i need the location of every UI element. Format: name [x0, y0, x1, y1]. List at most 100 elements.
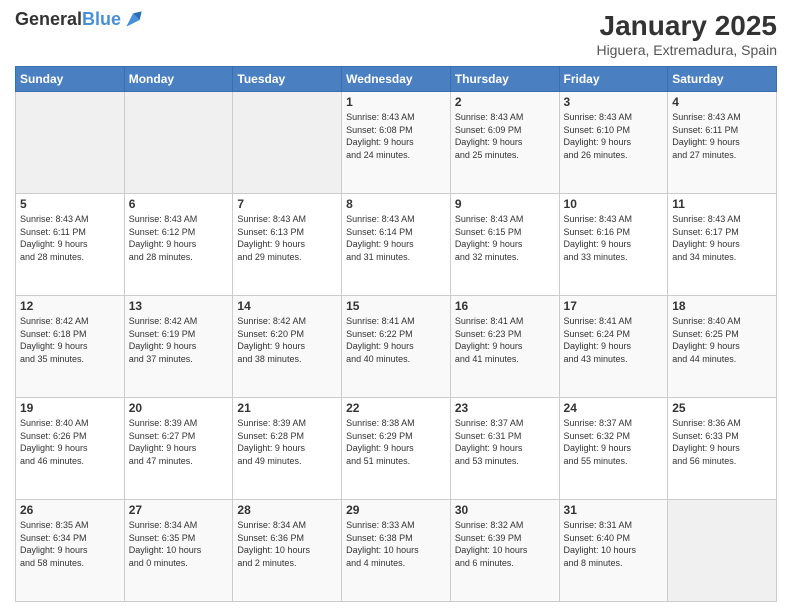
calendar-cell: 30 Sunrise: 8:32 AM Sunset: 6:39 PM Dayli…: [450, 500, 559, 602]
day-number: 11: [672, 197, 772, 211]
day-number: 9: [455, 197, 555, 211]
day-info: Sunrise: 8:43 AM Sunset: 6:15 PM Dayligh…: [455, 213, 555, 263]
calendar-cell: 21Sunrise: 8:39 AM Sunset: 6:28 PM Dayli…: [233, 398, 342, 500]
day-number: 23: [455, 401, 555, 415]
day-number: 18: [672, 299, 772, 313]
day-info: Sunrise: 8:40 AM Sunset: 6:25 PM Dayligh…: [672, 315, 772, 365]
day-info: Sunrise: 8:43 AM Sunset: 6:11 PM Dayligh…: [20, 213, 120, 263]
calendar-week-row: 26 Sunrise: 8:35 AM Sunset: 6:34 PM Dayli…: [16, 500, 777, 602]
calendar-cell: [16, 92, 125, 194]
month-title: January 2025: [596, 10, 777, 42]
calendar-cell: 7 Sunrise: 8:43 AM Sunset: 6:13 PM Daylig…: [233, 194, 342, 296]
day-info: Sunrise: 8:37 AM Sunset: 6:32 PM Dayligh…: [564, 417, 664, 467]
calendar-cell: 6 Sunrise: 8:43 AM Sunset: 6:12 PM Daylig…: [124, 194, 233, 296]
location-title: Higuera, Extremadura, Spain: [596, 42, 777, 58]
day-number: 26: [20, 503, 120, 517]
day-info: Sunrise: 8:32 AM Sunset: 6:39 PM Dayligh…: [455, 519, 555, 569]
calendar-cell: 22 Sunrise: 8:38 AM Sunset: 6:29 PM Dayli…: [342, 398, 451, 500]
day-number: 1: [346, 95, 446, 109]
calendar-cell: [124, 92, 233, 194]
calendar-cell: 15Sunrise: 8:41 AM Sunset: 6:22 PM Dayli…: [342, 296, 451, 398]
day-number: 28: [237, 503, 337, 517]
header: GeneralBlue January 2025 Higuera, Extrem…: [15, 10, 777, 58]
calendar-cell: 24 Sunrise: 8:37 AM Sunset: 6:32 PM Dayli…: [559, 398, 668, 500]
day-info: Sunrise: 8:40 AM Sunset: 6:26 PM Dayligh…: [20, 417, 120, 467]
day-info: Sunrise: 8:42 AM Sunset: 6:19 PM Dayligh…: [129, 315, 229, 365]
weekday-header-thursday: Thursday: [450, 67, 559, 92]
weekday-header-saturday: Saturday: [668, 67, 777, 92]
day-number: 30: [455, 503, 555, 517]
day-number: 22: [346, 401, 446, 415]
day-number: 2: [455, 95, 555, 109]
weekday-header-tuesday: Tuesday: [233, 67, 342, 92]
calendar-cell: 10Sunrise: 8:43 AM Sunset: 6:16 PM Dayli…: [559, 194, 668, 296]
day-info: Sunrise: 8:38 AM Sunset: 6:29 PM Dayligh…: [346, 417, 446, 467]
calendar-week-row: 19 Sunrise: 8:40 AM Sunset: 6:26 PM Dayli…: [16, 398, 777, 500]
calendar-cell: 3Sunrise: 8:43 AM Sunset: 6:10 PM Daylig…: [559, 92, 668, 194]
logo: GeneralBlue: [15, 10, 143, 30]
calendar-cell: 13Sunrise: 8:42 AM Sunset: 6:19 PM Dayli…: [124, 296, 233, 398]
calendar-cell: 28Sunrise: 8:34 AM Sunset: 6:36 PM Dayli…: [233, 500, 342, 602]
page: GeneralBlue January 2025 Higuera, Extrem…: [0, 0, 792, 612]
calendar-cell: 25 Sunrise: 8:36 AM Sunset: 6:33 PM Dayli…: [668, 398, 777, 500]
day-info: Sunrise: 8:43 AM Sunset: 6:14 PM Dayligh…: [346, 213, 446, 263]
weekday-header-friday: Friday: [559, 67, 668, 92]
day-number: 17: [564, 299, 664, 313]
day-number: 16: [455, 299, 555, 313]
calendar-cell: 26 Sunrise: 8:35 AM Sunset: 6:34 PM Dayli…: [16, 500, 125, 602]
calendar-cell: 1 Sunrise: 8:43 AM Sunset: 6:08 PM Daylig…: [342, 92, 451, 194]
calendar-cell: 18 Sunrise: 8:40 AM Sunset: 6:25 PM Dayli…: [668, 296, 777, 398]
day-info: Sunrise: 8:41 AM Sunset: 6:22 PM Dayligh…: [346, 315, 446, 365]
day-info: Sunrise: 8:41 AM Sunset: 6:24 PM Dayligh…: [564, 315, 664, 365]
weekday-header-row: SundayMondayTuesdayWednesdayThursdayFrid…: [16, 67, 777, 92]
day-info: Sunrise: 8:43 AM Sunset: 6:17 PM Dayligh…: [672, 213, 772, 263]
day-number: 20: [129, 401, 229, 415]
day-info: Sunrise: 8:34 AM Sunset: 6:35 PM Dayligh…: [129, 519, 229, 569]
weekday-header-sunday: Sunday: [16, 67, 125, 92]
day-number: 19: [20, 401, 120, 415]
weekday-header-monday: Monday: [124, 67, 233, 92]
day-info: Sunrise: 8:42 AM Sunset: 6:18 PM Dayligh…: [20, 315, 120, 365]
day-number: 14: [237, 299, 337, 313]
calendar-cell: 2 Sunrise: 8:43 AM Sunset: 6:09 PM Daylig…: [450, 92, 559, 194]
day-number: 5: [20, 197, 120, 211]
day-info: Sunrise: 8:43 AM Sunset: 6:11 PM Dayligh…: [672, 111, 772, 161]
calendar-cell: 20 Sunrise: 8:39 AM Sunset: 6:27 PM Dayli…: [124, 398, 233, 500]
day-info: Sunrise: 8:43 AM Sunset: 6:10 PM Dayligh…: [564, 111, 664, 161]
calendar-cell: 23Sunrise: 8:37 AM Sunset: 6:31 PM Dayli…: [450, 398, 559, 500]
day-number: 29: [346, 503, 446, 517]
calendar-cell: [233, 92, 342, 194]
calendar-cell: 9 Sunrise: 8:43 AM Sunset: 6:15 PM Daylig…: [450, 194, 559, 296]
day-number: 25: [672, 401, 772, 415]
calendar-week-row: 5 Sunrise: 8:43 AM Sunset: 6:11 PM Daylig…: [16, 194, 777, 296]
calendar-cell: 19 Sunrise: 8:40 AM Sunset: 6:26 PM Dayli…: [16, 398, 125, 500]
day-number: 12: [20, 299, 120, 313]
calendar-cell: 5 Sunrise: 8:43 AM Sunset: 6:11 PM Daylig…: [16, 194, 125, 296]
calendar-cell: 11 Sunrise: 8:43 AM Sunset: 6:17 PM Dayli…: [668, 194, 777, 296]
day-info: Sunrise: 8:43 AM Sunset: 6:09 PM Dayligh…: [455, 111, 555, 161]
day-info: Sunrise: 8:39 AM Sunset: 6:27 PM Dayligh…: [129, 417, 229, 467]
logo-text: GeneralBlue: [15, 10, 121, 30]
title-block: January 2025 Higuera, Extremadura, Spain: [596, 10, 777, 58]
day-info: Sunrise: 8:41 AM Sunset: 6:23 PM Dayligh…: [455, 315, 555, 365]
day-info: Sunrise: 8:33 AM Sunset: 6:38 PM Dayligh…: [346, 519, 446, 569]
calendar-cell: [668, 500, 777, 602]
day-info: Sunrise: 8:42 AM Sunset: 6:20 PM Dayligh…: [237, 315, 337, 365]
calendar-table: SundayMondayTuesdayWednesdayThursdayFrid…: [15, 66, 777, 602]
day-number: 10: [564, 197, 664, 211]
calendar-week-row: 1 Sunrise: 8:43 AM Sunset: 6:08 PM Daylig…: [16, 92, 777, 194]
day-info: Sunrise: 8:43 AM Sunset: 6:08 PM Dayligh…: [346, 111, 446, 161]
day-number: 24: [564, 401, 664, 415]
calendar-week-row: 12 Sunrise: 8:42 AM Sunset: 6:18 PM Dayli…: [16, 296, 777, 398]
day-number: 7: [237, 197, 337, 211]
day-info: Sunrise: 8:43 AM Sunset: 6:12 PM Dayligh…: [129, 213, 229, 263]
day-info: Sunrise: 8:31 AM Sunset: 6:40 PM Dayligh…: [564, 519, 664, 569]
day-info: Sunrise: 8:36 AM Sunset: 6:33 PM Dayligh…: [672, 417, 772, 467]
calendar-cell: 17 Sunrise: 8:41 AM Sunset: 6:24 PM Dayli…: [559, 296, 668, 398]
calendar-cell: 8Sunrise: 8:43 AM Sunset: 6:14 PM Daylig…: [342, 194, 451, 296]
day-info: Sunrise: 8:43 AM Sunset: 6:13 PM Dayligh…: [237, 213, 337, 263]
calendar-cell: 12 Sunrise: 8:42 AM Sunset: 6:18 PM Dayli…: [16, 296, 125, 398]
day-number: 6: [129, 197, 229, 211]
day-info: Sunrise: 8:35 AM Sunset: 6:34 PM Dayligh…: [20, 519, 120, 569]
calendar-cell: 16 Sunrise: 8:41 AM Sunset: 6:23 PM Dayli…: [450, 296, 559, 398]
